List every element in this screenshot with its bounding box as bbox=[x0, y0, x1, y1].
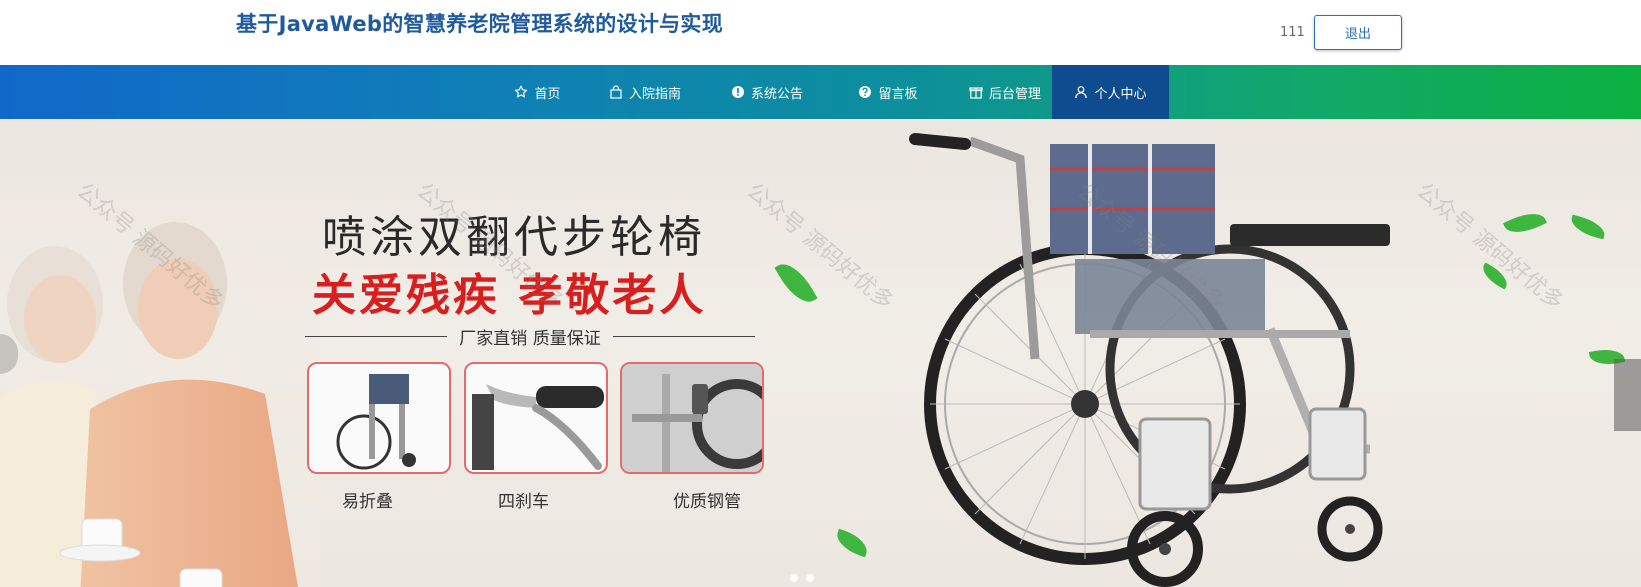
nav-item-label: 留言板 bbox=[878, 86, 918, 102]
logout-button[interactable]: 退出 bbox=[1314, 15, 1402, 50]
header: 基于JavaWeb的智慧养老院管理系统的设计与实现 111 退出 bbox=[0, 0, 1641, 65]
divider bbox=[305, 335, 448, 337]
nav-item-announcements[interactable]: 系统公告 bbox=[712, 65, 822, 119]
feature-label: 四刹车 bbox=[498, 492, 549, 512]
nav-item-label: 首页 bbox=[534, 86, 561, 102]
nav-item-label: 系统公告 bbox=[750, 86, 803, 102]
banner-tagline: 厂家直销 质量保证 bbox=[459, 328, 601, 349]
nav-item-admin[interactable]: 后台管理 bbox=[950, 65, 1060, 119]
leaf-decoration bbox=[1568, 214, 1608, 240]
leaf-decoration bbox=[832, 528, 872, 558]
site-title: 基于JavaWeb的智慧养老院管理系统的设计与实现 bbox=[236, 12, 724, 36]
elderly-couple-image bbox=[0, 199, 320, 587]
nav-item-label: 个人中心 bbox=[1094, 86, 1147, 102]
carousel-next-button[interactable] bbox=[1614, 359, 1641, 431]
banner-headline: 喷涂双翻代步轮椅 bbox=[322, 212, 706, 263]
wheelchair-image bbox=[909, 133, 1390, 587]
main-nav: 首页 入院指南 系统公告 留言板 后台管理 个人中心 bbox=[0, 65, 1641, 119]
carousel-dot[interactable] bbox=[806, 574, 814, 582]
feature-four-brakes-image bbox=[464, 362, 608, 474]
nav-item-personal-center[interactable]: 个人中心 bbox=[1052, 65, 1169, 119]
username-label: 111 bbox=[1280, 25, 1305, 40]
feature-steel-tube-image bbox=[620, 362, 764, 474]
nav-item-label: 后台管理 bbox=[988, 86, 1041, 102]
divider bbox=[612, 335, 755, 337]
carousel-dot[interactable] bbox=[790, 574, 798, 582]
nav-item-label: 入院指南 bbox=[628, 86, 681, 102]
nav-item-message-board[interactable]: 留言板 bbox=[838, 65, 938, 119]
leaf-decoration bbox=[774, 256, 818, 310]
banner-carousel[interactable]: 喷涂双翻代步轮椅 关爱残疾 孝敬老人 厂家直销 质量保证 易折叠 四刹车 优质钢… bbox=[0, 119, 1641, 587]
feature-label: 优质钢管 bbox=[673, 492, 741, 512]
star-icon bbox=[515, 85, 528, 98]
info-circle-icon bbox=[731, 86, 744, 98]
banner-tagline-row: 厂家直销 质量保证 bbox=[305, 324, 755, 349]
watermark: 公众号 源码好优多 bbox=[741, 178, 899, 316]
leaf-decoration bbox=[1503, 206, 1547, 240]
nav-item-admission-guide[interactable]: 入院指南 bbox=[595, 65, 695, 119]
feature-label: 易折叠 bbox=[342, 492, 393, 512]
carousel-indicators bbox=[790, 574, 814, 582]
gift-box-icon bbox=[969, 87, 983, 99]
feature-foldable-image bbox=[307, 362, 451, 474]
leaf-decoration bbox=[1478, 262, 1512, 290]
banner-subheadline: 关爱残疾 孝敬老人 bbox=[312, 270, 707, 321]
user-icon bbox=[1075, 86, 1088, 99]
nav-item-home[interactable]: 首页 bbox=[490, 65, 585, 119]
help-circle-icon bbox=[859, 86, 872, 98]
bag-icon bbox=[610, 85, 622, 99]
